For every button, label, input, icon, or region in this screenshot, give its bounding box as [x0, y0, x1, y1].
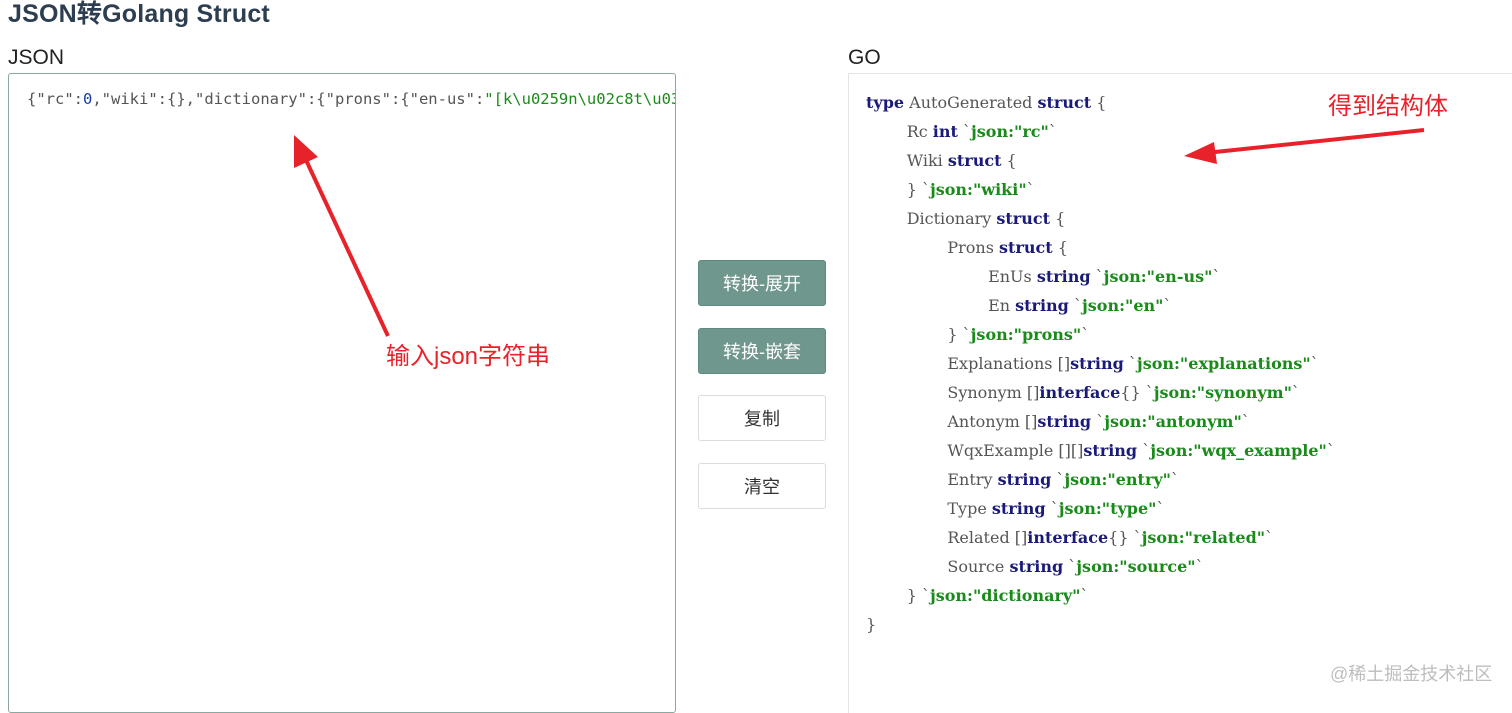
result-annotation-label: 得到结构体: [1328, 93, 1448, 120]
input-annotation-arrow: [294, 135, 390, 337]
annotation-arrows: [294, 128, 1425, 337]
result-annotation-arrow: [1184, 128, 1425, 164]
watermark: @稀土掘金技术社区: [1330, 664, 1493, 684]
input-annotation-label: 输入json字符串: [386, 343, 551, 370]
